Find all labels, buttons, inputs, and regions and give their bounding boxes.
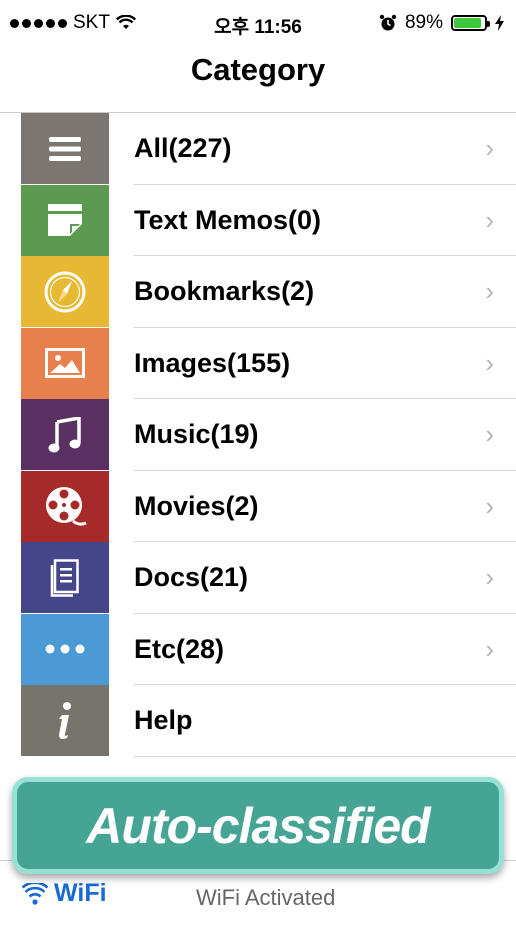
music-note-icon: [48, 416, 81, 452]
status-bar: SKT 오후 11:56 89%: [0, 0, 516, 48]
document-icon: [50, 558, 79, 597]
category-row-text-memos[interactable]: Text Memos(0) ›: [0, 184, 516, 256]
category-label: Docs(21): [134, 562, 249, 592]
picture-icon: [45, 348, 85, 378]
category-row-etc[interactable]: Etc(28) ›: [0, 613, 516, 685]
wifi-label: WiFi: [54, 879, 107, 907]
category-tile-help: [21, 685, 109, 756]
category-label: All(227): [134, 133, 232, 163]
alarm-clock-icon: [379, 14, 397, 31]
chevron-right-icon: ›: [485, 490, 494, 521]
category-row-docs[interactable]: Docs(21) ›: [0, 542, 516, 614]
banner-text: Auto-classified: [86, 797, 430, 854]
category-row-help[interactable]: Help: [0, 685, 516, 757]
chevron-right-icon: ›: [485, 204, 494, 235]
category-label: Images(155): [134, 347, 291, 378]
wifi-icon: [22, 882, 48, 905]
category-label: Movies(2): [134, 490, 259, 521]
category-tile-movies: [21, 470, 109, 542]
menu-lines-icon: [49, 136, 81, 161]
row-divider: [134, 755, 516, 757]
info-icon: [59, 701, 71, 739]
chevron-right-icon: ›: [485, 347, 494, 378]
chevron-right-icon: ›: [485, 562, 494, 592]
category-tile-bookmarks: [21, 256, 109, 327]
charging-bolt-icon: [495, 15, 504, 31]
category-row-movies[interactable]: Movies(2) ›: [0, 470, 516, 542]
category-label: Music(19): [134, 419, 259, 449]
more-dots-icon: [45, 644, 85, 654]
category-row-music[interactable]: Music(19) ›: [0, 399, 516, 471]
chevron-right-icon: ›: [485, 633, 494, 664]
category-tile-docs: [21, 542, 109, 613]
film-reel-icon: [46, 487, 87, 526]
memo-note-icon: [48, 204, 82, 236]
wifi-status-text: WiFi Activated: [196, 885, 336, 910]
page-title: Category: [190, 52, 326, 87]
battery-fill: [454, 18, 481, 28]
category-tile-all: [21, 113, 109, 184]
category-row-bookmarks[interactable]: Bookmarks(2) ›: [0, 256, 516, 328]
chevron-right-icon: ›: [485, 419, 494, 449]
chevron-right-icon: ›: [485, 276, 494, 306]
category-row-all[interactable]: All(227) ›: [0, 113, 516, 185]
category-label: Bookmarks(2): [134, 276, 315, 306]
category-label: Etc(28): [134, 633, 225, 664]
category-tile-images: [21, 327, 109, 399]
category-label: Text Memos(0): [134, 204, 322, 235]
category-list: All(227) › Text Memos(0) › Bookmarks(2): [0, 113, 516, 757]
wifi-button[interactable]: WiFi: [22, 879, 107, 908]
compass-icon: [44, 271, 86, 312]
category-label: Help: [134, 705, 193, 735]
chevron-right-icon: ›: [485, 133, 494, 163]
category-tile-etc: [21, 613, 109, 685]
category-tile-music: [21, 399, 109, 470]
auto-classified-banner: Auto-classified: [12, 777, 504, 874]
status-right-group: 89%: [379, 12, 504, 34]
category-row-images[interactable]: Images(155) ›: [0, 327, 516, 399]
battery-icon: [451, 15, 490, 31]
category-tile-text-memos: [21, 184, 109, 256]
battery-percent: 89%: [404, 12, 443, 33]
